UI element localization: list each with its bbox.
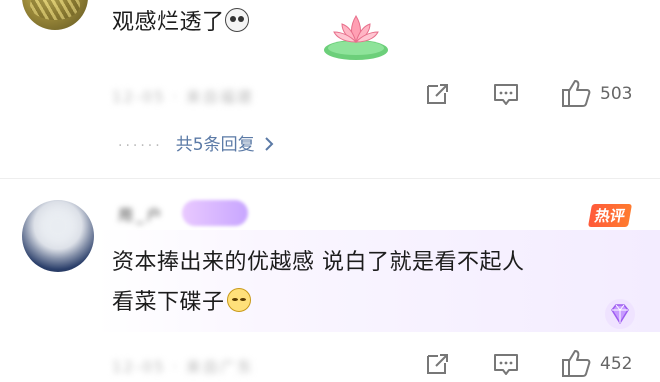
like-count: 503 [600, 84, 633, 104]
commenter-avatar[interactable] [22, 200, 94, 272]
lotus-sticker-icon [318, 6, 394, 62]
comment-icon[interactable] [492, 352, 520, 378]
comment-meta: 12-05 · 来自福建 [112, 88, 254, 106]
replies-link[interactable]: ······ 共5条回复 [118, 130, 274, 155]
thumbs-up-icon[interactable] [560, 348, 592, 378]
commenter-avatar[interactable] [22, 0, 88, 30]
comment-icon[interactable] [492, 82, 520, 108]
gem-icon [604, 298, 636, 330]
comment-meta: 12-05 · 来自广东 [112, 358, 254, 376]
share-icon[interactable] [424, 352, 450, 376]
dots-decoration: ······ [118, 138, 163, 154]
comment-text-line-1: 资本捧出来的优越感 说白了就是看不起人 [112, 250, 525, 275]
share-icon[interactable] [424, 82, 450, 106]
chevron-right-icon [264, 135, 274, 154]
hot-comment-badge: 热评 [587, 204, 633, 227]
thumbs-up-icon[interactable] [560, 78, 592, 108]
username[interactable]: 用_户 [118, 204, 165, 225]
divider [0, 178, 660, 179]
comment-text: 观感烂透了 [112, 4, 249, 36]
sweat-face-icon [226, 288, 251, 312]
user-badge [182, 200, 248, 226]
replies-label: 共5条回复 [175, 135, 255, 155]
comment-text-line-2: 看菜下碟子 [112, 284, 251, 316]
shocked-face-icon [224, 8, 249, 32]
like-count: 452 [600, 354, 633, 374]
